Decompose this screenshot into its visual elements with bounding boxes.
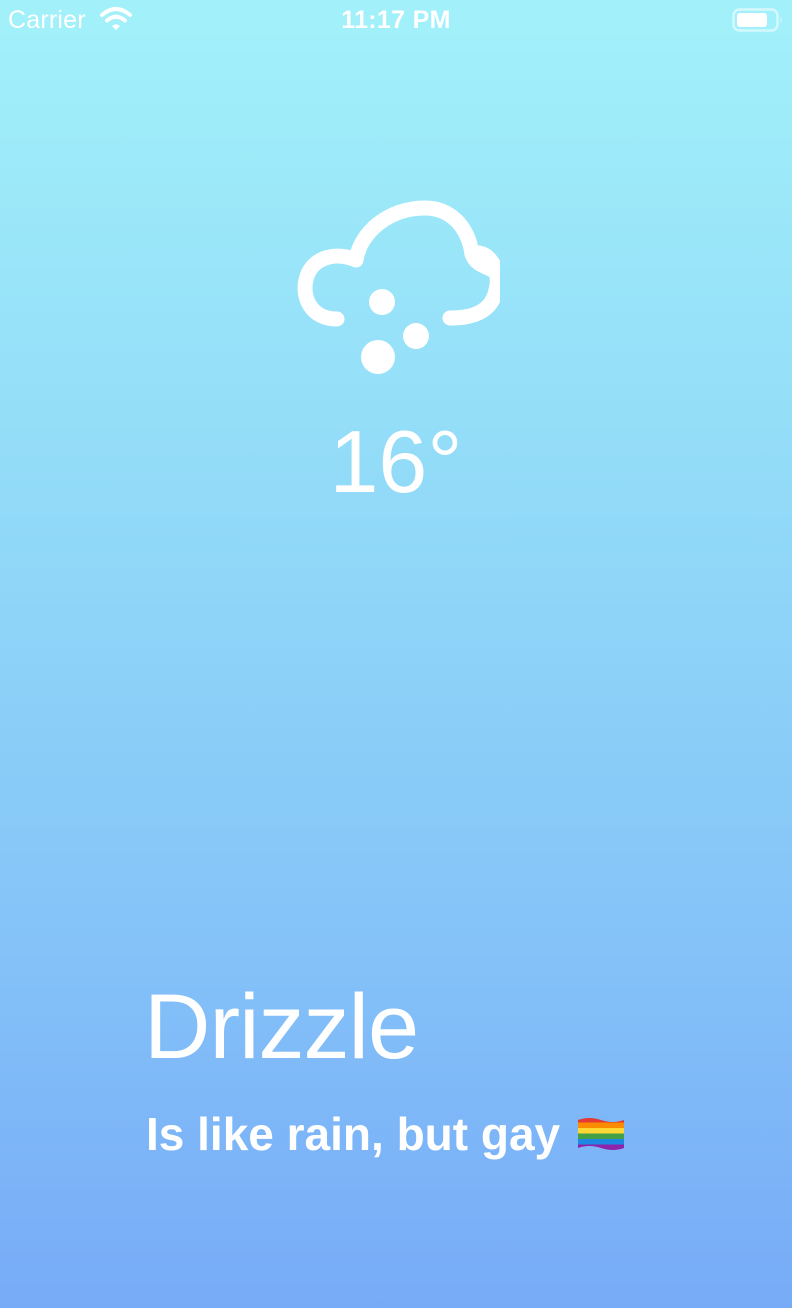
temperature-label: 16° [329, 412, 463, 511]
rainbow-flag-icon [578, 1117, 625, 1150]
battery-icon [732, 8, 782, 32]
status-bar: Carrier 11:17 PM [0, 0, 792, 40]
condition-description-text: Is like rain, but gay [146, 1108, 561, 1160]
drizzle-cloud-icon [297, 200, 500, 374]
status-time: 11:17 PM [341, 6, 451, 34]
condition-description: Is like rain, but gay [146, 1108, 625, 1160]
carrier-label: Carrier [8, 6, 86, 34]
condition-title: Drizzle [144, 976, 419, 1078]
wifi-icon [100, 7, 132, 30]
